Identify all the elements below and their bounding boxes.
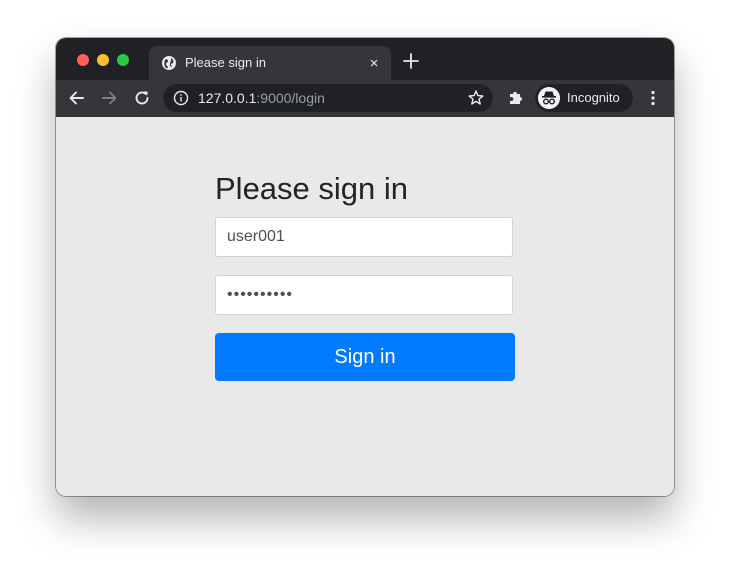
page-content: Please sign in Sign in bbox=[56, 117, 674, 496]
minimize-window-button[interactable] bbox=[97, 54, 109, 66]
browser-tab[interactable]: Please sign in × bbox=[149, 46, 391, 80]
address-bar[interactable]: 127.0.0.1:9000/login bbox=[163, 84, 493, 112]
more-vert-icon[interactable] bbox=[643, 88, 663, 108]
incognito-profile-button[interactable]: Incognito bbox=[535, 84, 633, 112]
reload-icon[interactable] bbox=[132, 88, 152, 108]
sign-in-button[interactable]: Sign in bbox=[215, 333, 515, 381]
page-title: Please sign in bbox=[215, 171, 409, 206]
tab-title: Please sign in bbox=[185, 55, 266, 70]
incognito-icon bbox=[538, 87, 560, 109]
maximize-window-button[interactable] bbox=[117, 54, 129, 66]
password-input[interactable] bbox=[215, 275, 513, 315]
browser-toolbar: 127.0.0.1:9000/login Incognito bbox=[56, 80, 674, 117]
title-bar: Please sign in × bbox=[56, 38, 674, 80]
incognito-label: Incognito bbox=[567, 90, 620, 105]
username-input[interactable] bbox=[215, 217, 513, 257]
url-path: :9000/login bbox=[256, 90, 325, 106]
puzzle-icon[interactable] bbox=[506, 88, 526, 108]
globe-icon bbox=[162, 56, 176, 70]
address-url: 127.0.0.1:9000/login bbox=[198, 90, 325, 106]
star-icon[interactable] bbox=[467, 89, 485, 107]
plus-icon[interactable] bbox=[400, 50, 422, 72]
url-host: 127.0.0.1 bbox=[198, 90, 257, 106]
info-icon[interactable] bbox=[173, 90, 189, 106]
forward-arrow-icon[interactable] bbox=[99, 88, 119, 108]
back-arrow-icon[interactable] bbox=[67, 88, 87, 108]
close-window-button[interactable] bbox=[77, 54, 89, 66]
close-tab-icon[interactable]: × bbox=[365, 54, 383, 72]
browser-window: Please sign in × 127.0.0.1:9000/login In… bbox=[56, 38, 674, 496]
